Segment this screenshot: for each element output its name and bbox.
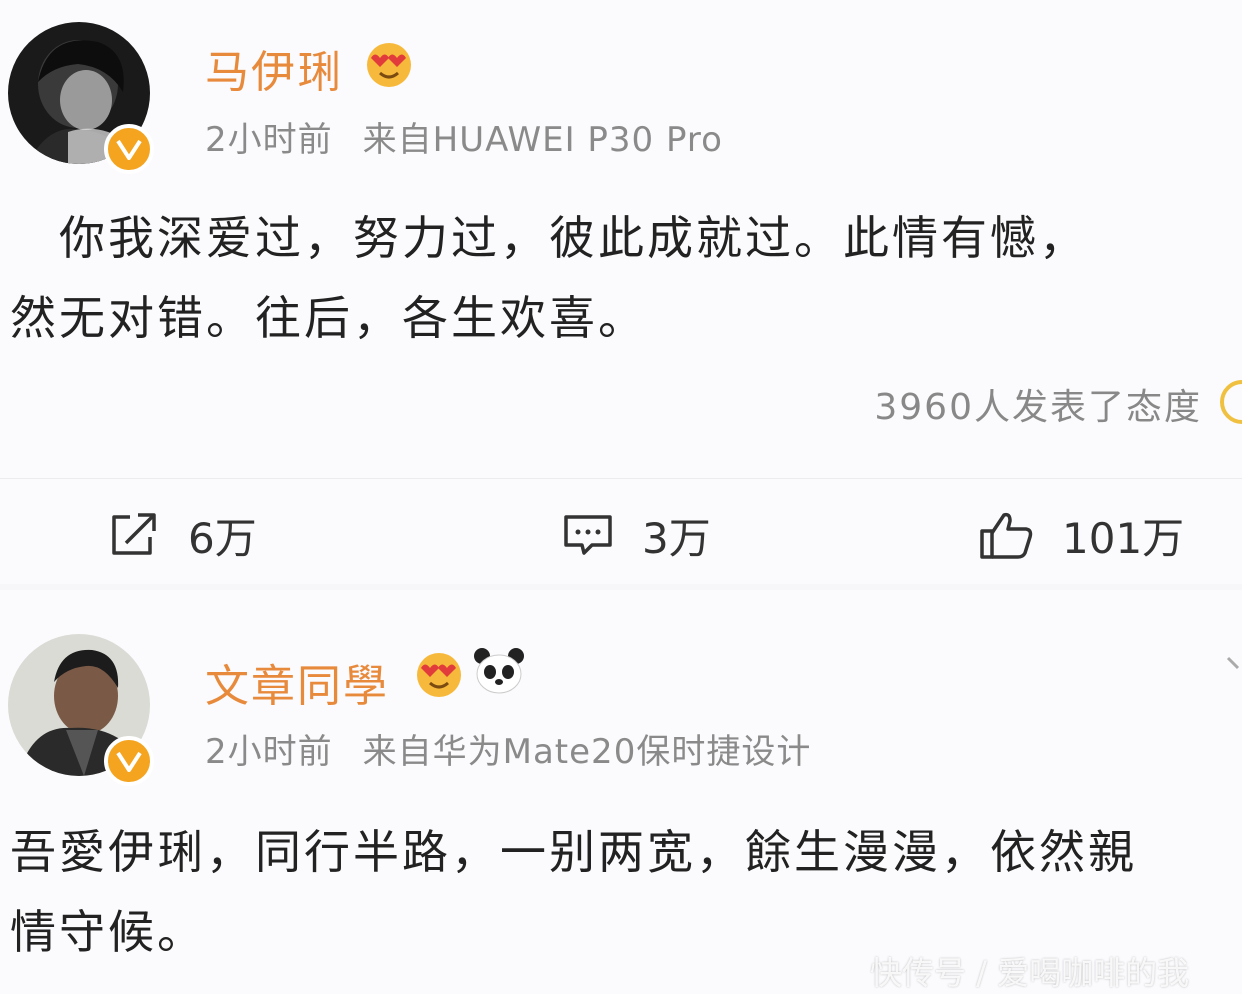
like-button[interactable]: 101万	[978, 505, 1184, 565]
watermark: 快传号 / 爱喝咖啡的我	[870, 954, 1190, 992]
post-time: 2小时前	[205, 120, 333, 160]
chevron-down-icon[interactable]	[1226, 650, 1242, 680]
repost-icon	[112, 513, 156, 555]
post-meta: 2小时前 来自HUAWEI P30 Pro	[205, 112, 723, 161]
reaction-summary[interactable]: 3960人发表了态度	[874, 378, 1202, 430]
repost-count: 6万	[188, 513, 257, 563]
like-count: 101万	[1062, 513, 1185, 563]
post-source[interactable]: 来自华为Mate20保时捷设计	[363, 732, 812, 772]
post-time: 2小时前	[205, 732, 333, 772]
post-source[interactable]: 来自HUAWEI P30 Pro	[363, 120, 723, 160]
post-text-line: 吾愛伊琍，同行半路，一别两宽，餘生漫漫，依然親	[10, 825, 1137, 879]
reaction-emoji-icon	[1220, 380, 1242, 424]
post-text-line: 你我深爱过，努力过，彼此成就过。此情有憾，	[10, 211, 1088, 265]
divider	[0, 478, 1242, 479]
post-meta: 2小时前 来自华为Mate20保时捷设计	[205, 724, 811, 773]
verified-badge-icon	[104, 124, 154, 174]
heart-eyes-emoji-icon	[417, 653, 461, 697]
comment-count: 3万	[642, 513, 711, 563]
post-text: 你我深爱过，努力过，彼此成就过。此情有憾， 然无对错。往后，各生欢喜。	[10, 198, 1242, 358]
comment-icon	[564, 515, 612, 555]
username[interactable]: 文章同學	[205, 650, 389, 714]
repost-button[interactable]: 6万	[108, 505, 257, 565]
post-text-line: 然无对错。往后，各生欢喜。	[10, 291, 647, 345]
post-card: 马伊琍 2小时前 来自HUAWEI P30 Pro 你我深爱过，努力过，彼此成就过…	[0, 0, 1242, 584]
heart-eyes-emoji-icon	[367, 43, 411, 87]
username[interactable]: 马伊琍	[205, 36, 343, 100]
comment-button[interactable]: 3万	[562, 505, 711, 565]
verified-badge-icon	[104, 736, 154, 786]
thumbs-up-icon	[980, 512, 1033, 559]
post-card: 文章同學 2小时前 来自华为Mate20保时捷设计 吾愛伊琍，同行半路，一别两宽，…	[0, 590, 1242, 994]
panda-emoji-icon	[474, 648, 524, 694]
